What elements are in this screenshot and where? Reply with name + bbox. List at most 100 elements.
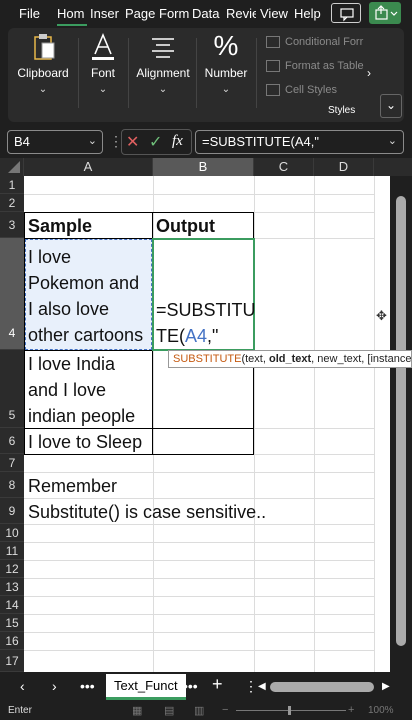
- zoom-in-icon[interactable]: +: [348, 704, 354, 716]
- number-group[interactable]: % Number ⌄: [200, 28, 252, 122]
- more-sheets-icon[interactable]: •••: [183, 678, 198, 694]
- row-header[interactable]: 7: [0, 454, 24, 472]
- share-button[interactable]: [369, 2, 401, 24]
- chevron-right-icon[interactable]: ›: [367, 66, 371, 80]
- comment-icon: [340, 8, 354, 22]
- row-header[interactable]: 4: [0, 238, 24, 350]
- sheet-options-icon[interactable]: ⋮: [244, 678, 258, 695]
- previous-sheet-icon[interactable]: ‹: [20, 678, 25, 694]
- page-layout-view-icon[interactable]: ▤: [164, 704, 174, 717]
- row-header[interactable]: 10: [0, 524, 24, 542]
- row-header[interactable]: 13: [0, 578, 24, 596]
- column-headers: A B C D: [0, 158, 412, 176]
- select-all-button[interactable]: [0, 158, 24, 176]
- zoom-slider[interactable]: [236, 710, 346, 711]
- next-sheet-icon[interactable]: ›: [52, 678, 57, 694]
- ribbon-divider: [256, 38, 257, 108]
- column-header-a[interactable]: A: [24, 158, 153, 176]
- font-group[interactable]: Font ⌄: [80, 28, 126, 122]
- tab-view[interactable]: View: [260, 6, 290, 21]
- name-box[interactable]: B4 ⌄: [7, 130, 103, 154]
- tab-home[interactable]: Hom: [57, 6, 87, 26]
- sheet-tabs-bar: ‹ › ••• Text_Funct ••• + ⋮ ◀ ▶: [0, 672, 412, 702]
- clipboard-group[interactable]: Clipboard ⌄: [12, 28, 74, 122]
- tab-formulas[interactable]: Form: [159, 6, 189, 21]
- formula-text: =SUBSTITUTE(A4,": [202, 134, 319, 149]
- column-header-d[interactable]: D: [314, 158, 374, 176]
- cell-styles-item[interactable]: Cell Styles: [285, 84, 337, 96]
- ribbon-tabs: File Hom Inser Page Form Data Revie View…: [0, 0, 412, 28]
- row-header[interactable]: 15: [0, 614, 24, 632]
- cell-a5-line: and I love: [28, 380, 107, 400]
- row-header[interactable]: 3: [0, 212, 24, 238]
- row-header[interactable]: 9: [0, 498, 24, 524]
- insert-function-icon[interactable]: fx: [172, 133, 183, 150]
- horizontal-scrollbar[interactable]: [270, 682, 374, 692]
- cell-a5-line: indian people: [28, 406, 136, 426]
- sheet-tab-text-functions[interactable]: Text_Funct: [106, 674, 186, 700]
- row-header[interactable]: 5: [0, 350, 24, 428]
- ribbon-divider: [196, 38, 197, 108]
- function-argument-tooltip[interactable]: SUBSTITUTE(text, old_text, new_text, [in…: [168, 350, 412, 368]
- enter-check-icon[interactable]: ✓: [149, 132, 162, 152]
- scroll-left-icon[interactable]: ◀: [258, 681, 266, 692]
- formula-input[interactable]: =SUBSTITUTE(A4," ⌄: [195, 130, 404, 154]
- ribbon-divider: [78, 38, 79, 108]
- cell-b3[interactable]: Output: [156, 213, 215, 239]
- tooltip-current-arg: old_text: [268, 353, 312, 365]
- formula-bar: B4 ⌄ ⋮ ✕ ✓ fx =SUBSTITUTE(A4," ⌄: [0, 126, 412, 158]
- collapse-ribbon-button[interactable]: ⌄: [380, 94, 402, 118]
- tab-review[interactable]: Revie: [226, 6, 256, 21]
- row-header[interactable]: 8: [0, 472, 24, 498]
- conditional-formatting-item[interactable]: Conditional Forr: [285, 36, 363, 48]
- gridline: [24, 578, 374, 579]
- column-header-b[interactable]: B: [153, 158, 254, 176]
- spreadsheet-grid[interactable]: A B C D 1 2 3 4 5 6 7 8 9 10 11 12 13 14…: [0, 158, 412, 672]
- tab-help[interactable]: Help: [294, 6, 324, 21]
- cancel-icon[interactable]: ✕: [126, 132, 139, 152]
- tab-data[interactable]: Data: [192, 6, 222, 21]
- format-table-icon: [266, 60, 280, 72]
- normal-view-icon[interactable]: ▦: [132, 704, 142, 717]
- cell-a4-line: I also love: [28, 299, 110, 319]
- tooltip-function-name[interactable]: SUBSTITUTE: [173, 353, 241, 365]
- align-center-icon: [152, 38, 174, 58]
- more-sheets-icon[interactable]: •••: [80, 678, 95, 694]
- row-header[interactable]: 6: [0, 428, 24, 454]
- cell-a8[interactable]: Remember: [28, 473, 117, 499]
- gridline: [24, 542, 374, 543]
- format-as-table-item[interactable]: Format as Table: [285, 60, 364, 72]
- row-header[interactable]: 11: [0, 542, 24, 560]
- row-header[interactable]: 1: [0, 176, 24, 194]
- font-icon: [92, 32, 114, 60]
- column-header-c[interactable]: C: [254, 158, 314, 176]
- page-break-view-icon[interactable]: ▥: [194, 704, 204, 717]
- number-label: Number: [204, 66, 248, 80]
- alignment-group[interactable]: Alignment ⌄: [132, 28, 194, 122]
- scroll-right-icon[interactable]: ▶: [382, 681, 390, 692]
- tab-insert[interactable]: Inser: [90, 6, 122, 21]
- cell-a3[interactable]: Sample: [28, 213, 92, 239]
- row-header[interactable]: 14: [0, 596, 24, 614]
- row-header[interactable]: 16: [0, 632, 24, 650]
- status-bar: Enter ▦ ▤ ▥ − + 100%: [0, 702, 412, 720]
- row-header[interactable]: 12: [0, 560, 24, 578]
- cell-a5-line: I love India: [28, 354, 116, 374]
- tab-page-layout[interactable]: Page: [125, 6, 155, 21]
- cell-a6[interactable]: I love to Sleep: [28, 429, 142, 455]
- cell-b4-formula-line1: =SUBSTITU: [156, 300, 256, 320]
- vertical-scrollbar[interactable]: [390, 176, 412, 672]
- row-header[interactable]: 17: [0, 650, 24, 672]
- comments-button[interactable]: [331, 3, 361, 23]
- status-mode: Enter: [8, 705, 32, 716]
- vertical-scroll-thumb[interactable]: [396, 196, 406, 646]
- zoom-slider-thumb[interactable]: [288, 706, 291, 715]
- tab-file[interactable]: File: [19, 6, 41, 21]
- zoom-out-icon[interactable]: −: [222, 704, 228, 716]
- row-header[interactable]: 2: [0, 194, 24, 212]
- add-sheet-icon[interactable]: +: [212, 674, 223, 695]
- zoom-level[interactable]: 100%: [368, 705, 394, 716]
- table-border: [24, 212, 25, 454]
- font-label: Font: [90, 66, 115, 80]
- cell-a9[interactable]: Substitute() is case sensitive..: [28, 499, 266, 525]
